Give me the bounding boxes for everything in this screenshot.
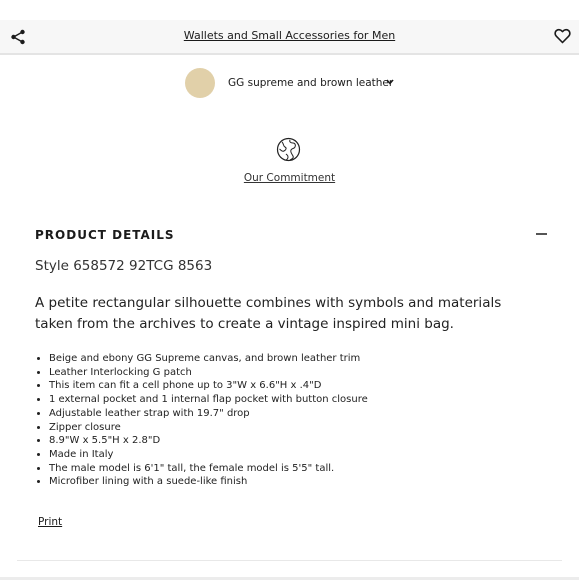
product-features-list: Beige and ebony GG Supreme canvas, and b… xyxy=(35,352,368,489)
feature-item: Made in Italy xyxy=(49,448,368,462)
color-swatch xyxy=(185,68,215,98)
globe-icon xyxy=(276,137,301,162)
feature-item: Microfiber lining with a suede-like fini… xyxy=(49,475,368,489)
collapse-icon[interactable] xyxy=(536,233,547,235)
our-commitment-link[interactable]: Our Commitment xyxy=(0,172,579,184)
category-link[interactable]: Wallets and Small Accessories for Men xyxy=(0,29,579,42)
style-number: Style 658572 92TCG 8563 xyxy=(35,258,213,274)
product-details-heading[interactable]: PRODUCT DETAILS xyxy=(35,228,175,242)
feature-item: Zipper closure xyxy=(49,421,368,435)
chevron-down-icon xyxy=(386,79,394,85)
feature-item: Adjustable leather strap with 19.7" drop xyxy=(49,407,368,421)
feature-item: 8.9"W x 5.5"H x 2.8"D xyxy=(49,434,368,448)
variant-selector[interactable]: GG supreme and brown leather xyxy=(185,68,415,98)
top-bar: Wallets and Small Accessories for Men xyxy=(0,20,579,55)
feature-item: Leather Interlocking G patch xyxy=(49,366,368,380)
variant-label: GG supreme and brown leather xyxy=(228,77,394,89)
feature-item: Beige and ebony GG Supreme canvas, and b… xyxy=(49,352,368,366)
section-divider xyxy=(17,560,562,561)
feature-item: The male model is 6'1" tall, the female … xyxy=(49,462,368,476)
feature-item: This item can fit a cell phone up to 3"W… xyxy=(49,379,368,393)
feature-item: 1 external pocket and 1 internal flap po… xyxy=(49,393,368,407)
heart-icon[interactable] xyxy=(554,28,571,44)
print-link[interactable]: Print xyxy=(38,516,62,528)
product-description: A petite rectangular silhouette combines… xyxy=(35,295,502,332)
